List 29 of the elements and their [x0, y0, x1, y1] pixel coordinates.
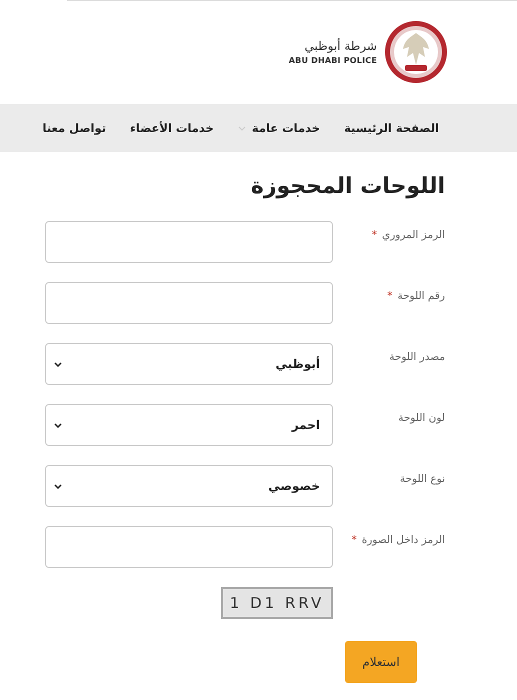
field-label: مصدر اللوحة: [389, 351, 445, 365]
required-mark: *: [387, 290, 392, 304]
chevron-down-icon: [238, 126, 246, 130]
field-label: الرمز داخل الصورة: [362, 534, 445, 548]
logo-arabic-text: شرطة أبوظبي: [304, 39, 377, 53]
logo-english-text: ABU DHABI POLICE: [288, 56, 377, 65]
nav-link[interactable]: الصفحة الرئيسية: [344, 121, 439, 135]
caret-icon: [54, 484, 62, 488]
caret-icon: [54, 422, 62, 428]
select-field[interactable]: أبوظبي: [45, 343, 333, 385]
caret-icon: [54, 362, 62, 366]
nav-link[interactable]: خدمات عامة: [238, 121, 320, 135]
page-title: اللوحات المحجوزة: [250, 174, 445, 199]
input-field[interactable]: [45, 282, 333, 324]
select-field[interactable]: خصوصي: [45, 465, 333, 507]
field-label: لون اللوحة: [398, 412, 445, 426]
select-field[interactable]: احمر: [45, 404, 333, 446]
input-field[interactable]: [45, 526, 333, 568]
input-field[interactable]: [45, 221, 333, 263]
captcha-image: 1 D1 RRV: [221, 587, 333, 619]
field-label: نوع اللوحة: [400, 473, 445, 487]
nav-link[interactable]: تواصل معنا: [42, 121, 106, 135]
field-label: الرمز المروري: [382, 229, 445, 243]
nav-link[interactable]: خدمات الأعضاء: [130, 121, 214, 135]
required-mark: *: [351, 534, 357, 548]
required-mark: *: [372, 229, 377, 243]
field-label: رقم اللوحة: [397, 290, 445, 304]
submit-button[interactable]: استعلام: [345, 641, 417, 683]
emblem-logo: [383, 19, 449, 85]
